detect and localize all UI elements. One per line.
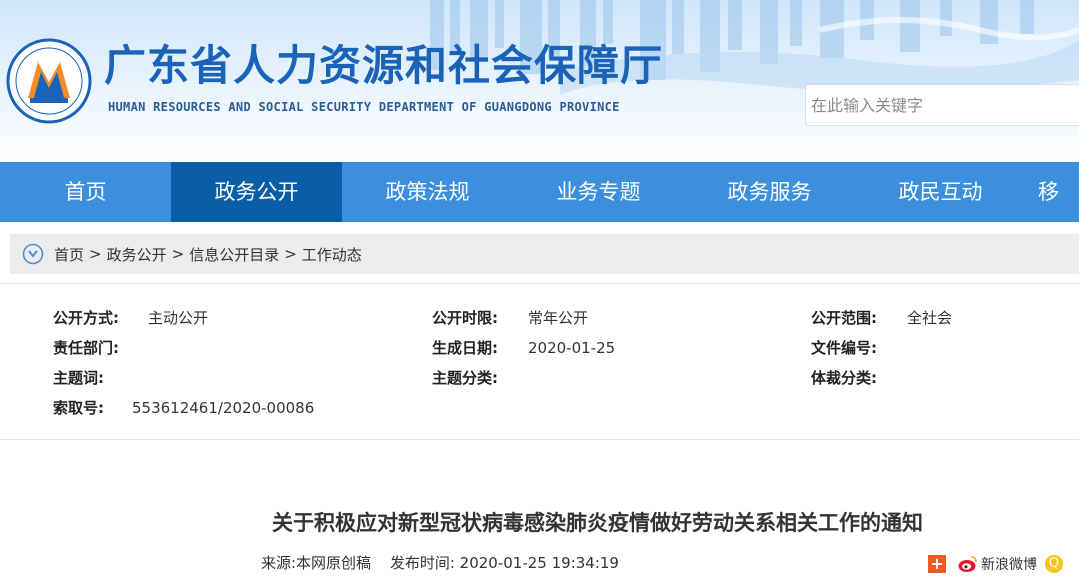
article-meta: 来源:本网原创稿 发布时间: 2020-01-25 19:34:19 xyxy=(261,552,633,573)
site-header: 广东省人力资源和社会保障厅 HUMAN RESOURCES AND SOCIAL… xyxy=(0,0,1079,162)
nav-item-interaction[interactable]: 政民互动 xyxy=(855,162,1026,222)
department-label: 责任部门: xyxy=(53,339,119,357)
department-logo-icon xyxy=(6,38,92,124)
info-row: 索取号: 553612461/2020-00086 xyxy=(0,393,1079,423)
category-label: 主题分类: xyxy=(432,369,498,387)
date-value: 2020-01-25 xyxy=(528,339,616,357)
nav-item-policies[interactable]: 政策法规 xyxy=(342,162,513,222)
open-mode-label: 公开方式: xyxy=(53,309,119,327)
index-number-value: 553612461/2020-00086 xyxy=(132,399,315,417)
location-arrow-icon xyxy=(22,243,44,265)
site-title: 广东省人力资源和社会保障厅 xyxy=(104,41,664,90)
keywords-label: 主题词: xyxy=(53,369,104,387)
breadcrumb-separator: > xyxy=(284,245,297,263)
site-subtitle: HUMAN RESOURCES AND SOCIAL SECURITY DEPA… xyxy=(108,100,620,114)
share-weibo-label[interactable]: 新浪微博 xyxy=(981,554,1037,574)
breadcrumb-government-affairs[interactable]: 政务公开 xyxy=(107,244,167,265)
article-publish-time: 发布时间: 2020-01-25 19:34:19 xyxy=(389,554,619,572)
nav-item-mobile[interactable]: 移 xyxy=(1026,162,1079,222)
breadcrumb-info-catalog[interactable]: 信息公开目录 xyxy=(189,244,279,265)
date-label: 生成日期: xyxy=(432,339,498,357)
share-bar: + 新浪微博 Q xyxy=(928,554,1063,574)
breadcrumb: 首页 > 政务公开 > 信息公开目录 > 工作动态 xyxy=(10,234,1079,274)
open-scope-value: 全社会 xyxy=(907,309,953,327)
breadcrumb-home[interactable]: 首页 xyxy=(54,244,84,265)
nav-item-home[interactable]: 首页 xyxy=(0,162,171,222)
open-time-label: 公开时限: xyxy=(432,309,498,327)
document-info-table: 公开方式: 主动公开 公开时限: 常年公开 公开范围: 全社会 责任部门: 生成… xyxy=(0,283,1079,440)
index-number-label: 索取号: xyxy=(53,399,104,417)
info-row: 公开方式: 主动公开 公开时限: 常年公开 公开范围: 全社会 xyxy=(0,303,1079,333)
weibo-icon[interactable] xyxy=(958,555,978,573)
main-nav: 首页 政务公开 政策法规 业务专题 政务服务 政民互动 移 xyxy=(0,162,1079,222)
info-row: 责任部门: 生成日期: 2020-01-25 文件编号: xyxy=(0,333,1079,363)
nav-item-services[interactable]: 政务服务 xyxy=(684,162,855,222)
share-more-icon[interactable]: + xyxy=(928,555,946,573)
open-scope-label: 公开范围: xyxy=(811,309,877,327)
qzone-icon[interactable]: Q xyxy=(1045,555,1063,573)
open-time-value: 常年公开 xyxy=(528,309,589,327)
article-source: 来源:本网原创稿 xyxy=(261,554,372,572)
nav-item-government-affairs[interactable]: 政务公开 xyxy=(171,162,342,222)
open-mode-value: 主动公开 xyxy=(148,309,209,327)
breadcrumb-separator: > xyxy=(171,245,185,263)
article-title: 关于积极应对新型冠状病毒感染肺炎疫情做好劳动关系相关工作的通知 xyxy=(272,511,923,535)
search-input[interactable] xyxy=(805,84,1079,126)
breadcrumb-work-news[interactable]: 工作动态 xyxy=(302,244,362,265)
nav-item-business-topics[interactable]: 业务专题 xyxy=(513,162,684,222)
info-row: 主题词: 主题分类: 体裁分类: xyxy=(0,363,1079,393)
breadcrumb-separator: > xyxy=(89,245,102,263)
doc-number-label: 文件编号: xyxy=(811,339,877,357)
genre-label: 体裁分类: xyxy=(811,369,877,387)
